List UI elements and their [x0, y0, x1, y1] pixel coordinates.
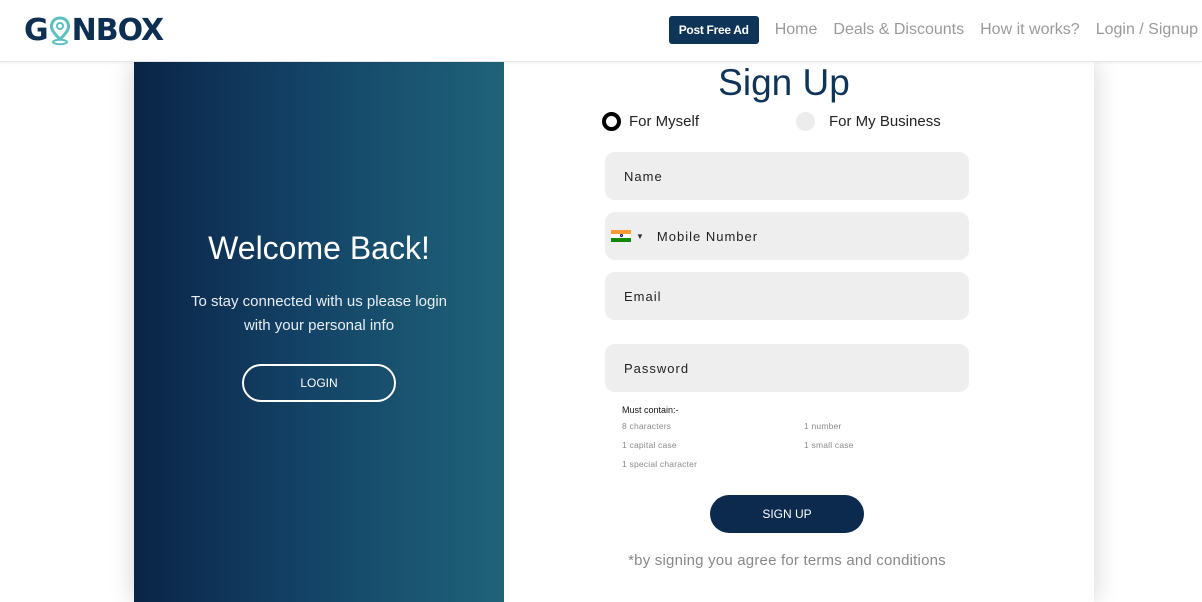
mobile-placeholder: Mobile Number	[656, 228, 759, 244]
password-rules: Must contain:- 8 characters 1 number 1 c…	[622, 405, 922, 472]
auth-card: Welcome Back! To stay connected with us …	[134, 62, 1094, 602]
nav-home[interactable]: Home	[775, 21, 818, 39]
welcome-subtitle: To stay connected with us please login w…	[191, 293, 447, 334]
rules-heading: Must contain:-	[622, 405, 679, 415]
password-input[interactable]: Password	[605, 344, 969, 392]
rule-item: 8 characters	[622, 421, 672, 431]
signup-panel: Sign Up For Myself For My Business Name …	[504, 62, 1094, 602]
radio-for-myself[interactable]: For Myself	[602, 112, 699, 131]
rule-item: 1 number	[804, 421, 842, 431]
rule-item: 1 capital case	[622, 440, 677, 450]
top-header: G NBOX Post Free Ad Home Deals & Discoun…	[0, 0, 1202, 62]
nav-deals[interactable]: Deals & Discounts	[833, 21, 964, 39]
email-input[interactable]: Email	[605, 272, 969, 320]
welcome-title: Welcome Back!	[208, 230, 430, 266]
account-type-group: For Myself For My Business	[602, 112, 1002, 134]
login-button[interactable]: LOGIN	[242, 364, 396, 402]
radio-label-myself: For Myself	[629, 113, 700, 130]
rule-item: 1 special character	[622, 459, 698, 469]
terms-text: *by signing you agree for terms and cond…	[628, 552, 946, 569]
password-placeholder: Password	[624, 360, 690, 376]
brand-logo[interactable]: G NBOX	[24, 12, 165, 48]
caret-down-icon[interactable]: ▼	[636, 232, 645, 241]
radio-unselected-icon[interactable]	[796, 112, 815, 131]
logo-text-left: G	[24, 12, 49, 48]
radio-label-business: For My Business	[829, 113, 941, 130]
mobile-input[interactable]: ▼ Mobile Number	[605, 212, 969, 260]
signup-title: Sign Up	[718, 62, 850, 103]
email-placeholder: Email	[624, 288, 662, 304]
logo-text-right: NBOX	[71, 12, 165, 48]
india-flag-icon[interactable]	[611, 229, 631, 243]
radio-selected-icon[interactable]	[602, 112, 621, 131]
nav-login-signup[interactable]: Login / Signup	[1096, 21, 1198, 39]
main-nav: Post Free Ad Home Deals & Discounts How …	[668, 15, 1202, 45]
name-input[interactable]: Name	[605, 152, 969, 200]
radio-for-business[interactable]: For My Business	[796, 112, 941, 131]
welcome-panel: Welcome Back! To stay connected with us …	[134, 62, 504, 602]
nav-how-it-works[interactable]: How it works?	[980, 21, 1080, 39]
signup-button[interactable]: SIGN UP	[710, 495, 864, 533]
rule-item: 1 small case	[804, 440, 854, 450]
name-placeholder: Name	[624, 168, 663, 184]
post-free-ad-button[interactable]: Post Free Ad	[668, 16, 759, 44]
location-pin-icon	[49, 15, 71, 46]
